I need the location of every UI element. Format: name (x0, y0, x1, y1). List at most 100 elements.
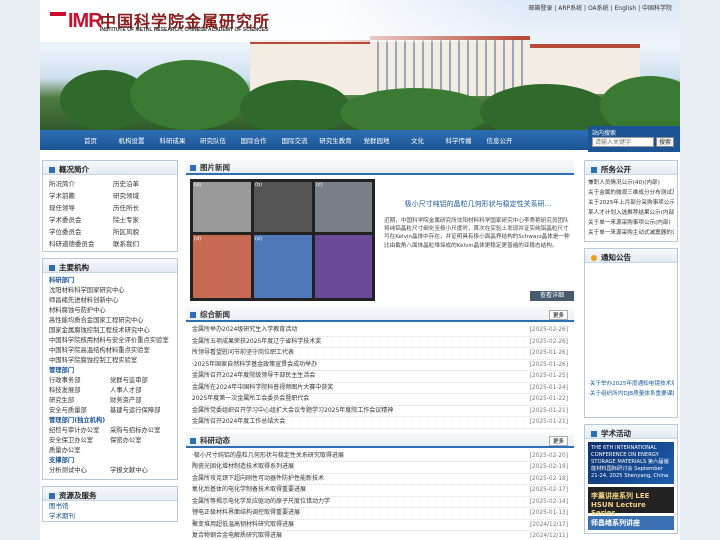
org-link[interactable]: 行政事务部 (49, 376, 110, 386)
news-title[interactable]: 金属所五项成果荣获2025年度辽宁省科学技术奖 (192, 337, 502, 348)
news-row[interactable]: 金属所在2024年中国科学院科普视频图片大赛中获奖 [2025-01-24] (192, 383, 568, 394)
top-links[interactable]: 邮箱登录 | ARP系统 | OA系统 | English | 中国科学院 (528, 3, 672, 12)
news-row[interactable]: 金属所召开2024年度工作总结大会 [2025-01-21] (192, 417, 568, 429)
news-title[interactable]: 金属所攻克颈下超向刚性可动器件防护性能新技术 (192, 474, 502, 485)
news-title[interactable]: 金属所在2024年中国科学院科普视频图片大赛中获奖 (192, 383, 502, 394)
org-link[interactable]: 基建与运行保障部 (110, 406, 171, 416)
org-link[interactable]: 中国科学院腐蚀控制工程实验室 (49, 356, 171, 366)
news-title[interactable]: 金属所召开2024年度院级领导干部民主生活会 (192, 371, 502, 382)
org-link[interactable]: 保密办公室 (110, 436, 171, 446)
news-row[interactable]: 金属所举办2024级研究生入学教育活动 [2025-02-26] (192, 325, 568, 337)
nav-item[interactable]: 研究生教育 (315, 135, 356, 145)
org-link[interactable]: 采购与招标办公室 (110, 426, 171, 436)
org-link[interactable]: 高性能均质合金国家工程研究中心 (49, 316, 171, 326)
org-link[interactable]: 国家金属腐蚀控制工程技术研究中心 (49, 326, 171, 336)
org-link[interactable]: 安全保卫办公室 (49, 436, 110, 446)
more-button[interactable]: 更多 (548, 310, 568, 320)
news-row[interactable]: 陶瓷光固化增材制造技术取得系列进展 [2025-02-19] (192, 462, 568, 474)
news-title[interactable]: 氧化后基体的电化学制备技术取得重要进展 (192, 485, 502, 496)
news-row[interactable]: 金属所党委组织召开学习中心组扩大会议专题学习2025年度院工作会议精神 [2025… (192, 406, 568, 417)
org-link[interactable]: 财务资产部 (110, 396, 171, 406)
news-title[interactable]: 金属所召开2024年度工作总结大会 (192, 417, 502, 428)
nav-item[interactable]: 国际合作 (233, 135, 274, 145)
org-link[interactable]: 沈阳材料科学国家研究中心 (49, 286, 171, 296)
micrograph-image[interactable]: (a) (b) (c) (d) (e) (190, 179, 375, 301)
news-row[interactable]: 金属所五项成果荣获2025年度辽宁省科学技术奖 [2025-02-26] (192, 337, 568, 348)
news-row[interactable]: 金属所等揭示电化学反应驱动的原子尺度位错动力学 [2025-02-14] (192, 497, 568, 508)
org-link[interactable]: 师昌绪先进材料创新中心 (49, 296, 171, 306)
news-row[interactable]: 氧化后基体的电化学制备技术取得重要进展 [2025-02-17] (192, 485, 568, 497)
lecture-banner[interactable]: 李薰讲座系列 LEE HSUN Lecture Series (588, 487, 674, 517)
news-row[interactable]: 复合物钢合金电解质研究取得进展 [2024/12/11] (192, 531, 568, 540)
announce-link[interactable]: 某人才计划入选推荐结果公示(内部) (588, 208, 674, 218)
nav-item[interactable]: 党群园地 (356, 135, 397, 145)
news-row[interactable]: 金属所召开2024年度院级领导干部民主生活会 [2025-01-25] (192, 371, 568, 383)
news-title[interactable]: 锂电正极材料界面结构调控取得重要进展 (192, 508, 502, 519)
nav-item[interactable]: 研究队伍 (193, 135, 233, 145)
news-row[interactable]: 聚变堆用超低温高韧材料研究取得进展 [2024/12/17] (192, 520, 568, 531)
org-link[interactable]: 学报文献中心 (110, 466, 171, 476)
news-title[interactable]: 金属所举办2024级研究生入学教育活动 (192, 325, 502, 336)
org-link[interactable] (110, 446, 171, 456)
org-link[interactable]: 中国科学院高温结构材料重点实验室 (49, 346, 171, 356)
resource-link[interactable]: 学术期刊 (43, 511, 177, 521)
org-link[interactable]: 科技发展部 (49, 386, 110, 396)
announce-link[interactable]: 兼职人员情况公示(40)(内部) (588, 178, 674, 188)
photo-news-headline[interactable]: 极小尺寸纯铝的晶粒几何形状与稳定性关系研... (384, 199, 572, 209)
org-link[interactable]: 人事人才部 (110, 386, 171, 396)
news-title[interactable]: 所领导看望慰问节前坚守岗位职工代表 (192, 348, 502, 359)
view-detail-button[interactable]: 查看详细 (530, 291, 574, 301)
overview-link[interactable]: 研究领域 (113, 190, 177, 200)
notice-link[interactable]: ·关于组织所内DJB质量体系重要课题结负责 (588, 389, 674, 399)
news-row[interactable]: ·2025年国家自然科学基金政策宣贯会成功举办 [2025-01-26] (192, 360, 568, 371)
nav-item[interactable]: 首页 (70, 135, 111, 145)
overview-link[interactable]: 科研道德委员会 (49, 238, 113, 248)
overview-link[interactable]: 历史沿革 (113, 178, 177, 188)
news-title[interactable]: 聚变堆用超低温高韧材料研究取得进展 (192, 520, 502, 531)
overview-link[interactable]: 历任所长 (113, 202, 177, 212)
news-title[interactable]: 陶瓷光固化增材制造技术取得系列进展 (192, 462, 502, 473)
news-row[interactable]: 金属所攻克颈下超向刚性可动器件防护性能新技术 [2025-02-18] (192, 474, 568, 485)
nav-item[interactable]: 机构设置 (111, 135, 152, 145)
overview-link[interactable]: 学位委员会 (49, 226, 113, 236)
overview-link[interactable]: 所区风貌 (113, 226, 177, 236)
overview-link[interactable]: 联系我们 (113, 238, 177, 248)
news-row[interactable]: 所领导看望慰问节前坚守岗位职工代表 [2025-01-26] (192, 348, 568, 360)
nav-item[interactable]: 文化 (397, 135, 438, 145)
nav-item[interactable]: 国际交流 (274, 135, 315, 145)
lecture-banner[interactable]: 师昌绪系列讲座 (588, 516, 674, 530)
news-row[interactable]: ·极小尺寸纯铝的晶粒几何形状与稳定性关系研究取得进展 [2025-02-20] (192, 451, 568, 462)
news-title[interactable]: 复合物钢合金电解质研究取得进展 (192, 531, 502, 540)
news-title[interactable]: ·极小尺寸纯铝的晶粒几何形状与稳定性关系研究取得进展 (192, 451, 502, 462)
nav-item[interactable]: 科研成果 (152, 135, 193, 145)
imr-logo[interactable]: IMR (50, 10, 103, 33)
overview-link[interactable]: 现任领导 (49, 202, 113, 212)
news-title[interactable]: ·2025年国家自然科学基金政策宣贯会成功举办 (192, 360, 502, 371)
resource-link[interactable]: 图书馆 (43, 501, 177, 511)
org-link[interactable]: 安全与质量部 (49, 406, 110, 416)
announce-link[interactable]: 关于2025年上月部分采购事项公示(内部) (588, 198, 674, 208)
announce-link[interactable]: 关于单一来源采购主动式减震器的公示 (588, 228, 674, 238)
news-title[interactable]: 2025年度第一次金属所工会委员会暨职代会 (192, 394, 502, 405)
search-button[interactable]: 搜索 (656, 137, 674, 147)
more-button[interactable]: 更多 (548, 435, 568, 446)
overview-link[interactable]: 所况简介 (49, 178, 113, 188)
news-title[interactable]: 金属所党委组织召开学习中心组扩大会议专题学习2025年度院工作会议精神 (192, 406, 502, 417)
org-link[interactable]: 纪检与审计办公室 (49, 426, 110, 436)
notice-link[interactable]: ·关于举办2025年度通知电镜技术培训的通知 (588, 379, 674, 389)
announce-link[interactable]: 关于单一来源采购事项公示(内部) (588, 218, 674, 228)
overview-link[interactable]: 学术委员会 (49, 214, 113, 224)
search-input[interactable] (592, 137, 654, 147)
org-link[interactable]: 党群与监审部 (110, 376, 171, 386)
org-link[interactable]: 质量办公室 (49, 446, 110, 456)
news-row[interactable]: 2025年度第一次金属所工会委员会暨职代会 [2025-01-22] (192, 394, 568, 406)
org-link[interactable]: 分析测试中心 (49, 466, 110, 476)
nav-item[interactable]: 信息公开 (479, 135, 520, 145)
overview-link[interactable]: 学术前瞻 (49, 190, 113, 200)
org-link[interactable]: 研究生部 (49, 396, 110, 406)
news-row[interactable]: 锂电正极材料界面结构调控取得重要进展 [2025-01-13] (192, 508, 568, 520)
overview-link[interactable]: 院士专家 (113, 214, 177, 224)
news-title[interactable]: 金属所等揭示电化学反应驱动的原子尺度位错动力学 (192, 497, 502, 508)
conference-banner[interactable]: THE 6TH INTERNATIONAL CONFERENCE ON ENER… (588, 442, 674, 484)
org-link[interactable]: 中国科学院核用材料与安全评价重点实验室 (49, 336, 171, 346)
